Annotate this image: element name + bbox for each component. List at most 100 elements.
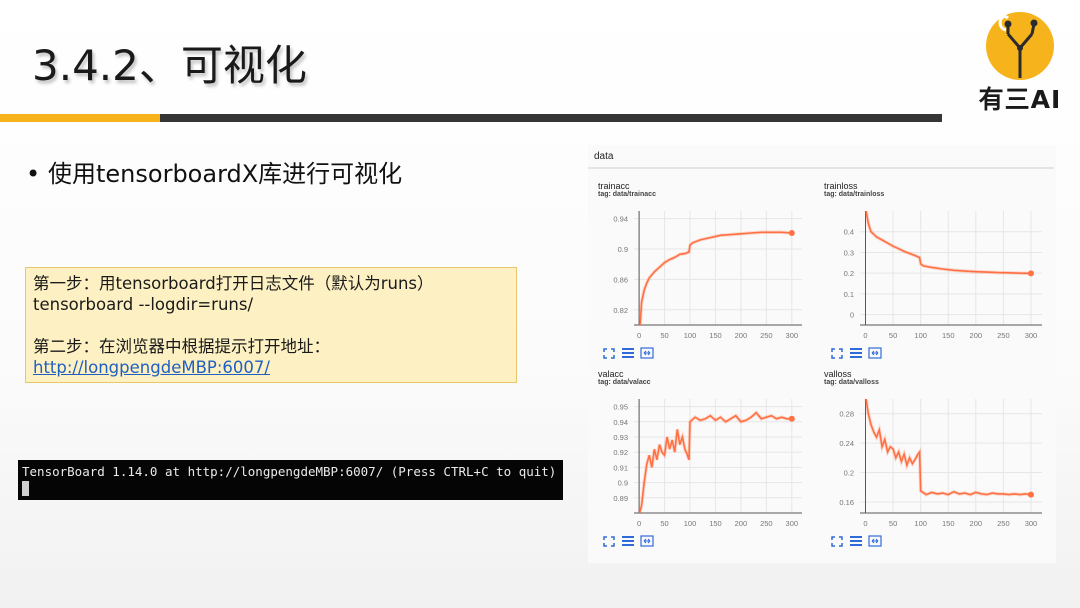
lightbulb-logo-icon (986, 12, 1054, 80)
y-tick-label: 0.82 (613, 306, 628, 315)
title-underline-bar (160, 114, 942, 122)
chart-tools-trainacc (602, 347, 654, 359)
fit-domain-icon[interactable] (640, 535, 654, 547)
chart-tag: tag: data/valloss (824, 379, 879, 386)
x-tick-label: 0 (637, 519, 641, 528)
step-one-text: 第一步：用tensorboard打开日志文件（默认为runs） (33, 274, 434, 293)
x-tick-label: 50 (889, 519, 897, 528)
y-tick-label: 0.16 (839, 498, 854, 507)
x-tick-label: 200 (735, 519, 748, 528)
y-tick-label: 0.95 (613, 403, 628, 412)
terminal-line: TensorBoard 1.14.0 at http://longpengdeM… (22, 464, 557, 479)
x-tick-label: 250 (997, 331, 1010, 340)
x-tick-label: 100 (684, 331, 697, 340)
y-tick-label: 0.94 (613, 418, 628, 427)
list-icon[interactable] (849, 347, 863, 359)
x-tick-label: 100 (914, 519, 927, 528)
step-one-command: tensorboard --logdir=runs/ (33, 295, 254, 314)
terminal-output: TensorBoard 1.14.0 at http://longpengdeM… (18, 460, 563, 500)
y-tick-label: 0.4 (844, 228, 854, 237)
x-tick-label: 100 (914, 331, 927, 340)
x-tick-label: 200 (970, 331, 983, 340)
x-tick-label: 250 (760, 331, 773, 340)
chart-tools-valacc (602, 535, 654, 547)
x-tick-label: 50 (660, 519, 668, 528)
x-tick-label: 250 (997, 519, 1010, 528)
bullet-dot-icon: • (26, 160, 41, 188)
x-tick-label: 150 (709, 331, 722, 340)
step-two-text: 第二步：在浏览器中根据提示打开地址： (33, 337, 330, 356)
y-tick-label: 0.91 (613, 463, 628, 472)
x-tick-label: 50 (660, 331, 668, 340)
chart-tag: tag: data/trainloss (824, 191, 885, 198)
chart-tag: tag: data/trainacc (598, 191, 656, 198)
x-tick-label: 300 (1025, 331, 1038, 340)
y-tick-label: 0.9 (618, 479, 628, 488)
expand-icon[interactable] (830, 347, 844, 359)
slide-title: 3.4.2、可视化 (32, 41, 307, 90)
series-end-point (1027, 270, 1034, 277)
tensorboard-group-header[interactable]: data (594, 151, 613, 162)
y-tick-label: 0.89 (613, 494, 628, 503)
steps-box: 第一步：用tensorboard打开日志文件（默认为runs） tensorbo… (25, 267, 517, 383)
x-tick-label: 300 (786, 519, 799, 528)
y-tick-label: 0 (850, 311, 854, 320)
chart-title: valloss (824, 369, 852, 379)
x-tick-label: 300 (786, 331, 799, 340)
chart-header-trainacc: trainacc tag: data/trainacc (598, 181, 656, 198)
title-underline-accent (0, 114, 160, 122)
series-end-point (788, 230, 795, 237)
chart-title: valacc (598, 369, 624, 379)
chart-trainloss: 0 50 100 150 200 250 300 0 0.1 0.2 0.3 0.4 (844, 211, 1042, 340)
expand-icon[interactable] (830, 535, 844, 547)
list-icon[interactable] (849, 535, 863, 547)
chart-title: trainacc (598, 181, 630, 191)
bullet-item: • 使用tensorboardX库进行可视化 (26, 154, 402, 189)
series-end-point (1027, 491, 1034, 498)
expand-icon[interactable] (602, 347, 616, 359)
x-tick-label: 0 (863, 331, 867, 340)
x-tick-label: 150 (709, 519, 722, 528)
y-tick-label: 0.86 (613, 275, 628, 284)
y-tick-label: 0.92 (613, 448, 628, 457)
x-tick-label: 150 (942, 331, 955, 340)
tensorboard-url-link[interactable]: http://longpengdeMBP:6007/ (33, 357, 509, 378)
x-tick-label: 0 (863, 519, 867, 528)
chart-tools-trainloss (830, 347, 882, 359)
series-end-point (788, 415, 795, 422)
chart-header-valacc: valacc tag: data/valacc (598, 369, 651, 386)
x-tick-label: 0 (637, 331, 641, 340)
tensorboard-panel: data trainacc tag: data/trainacc 0 50 100 1… (588, 145, 1056, 563)
x-tick-label: 250 (760, 519, 773, 528)
header-divider (588, 167, 1054, 169)
chart-valloss: 0 50 100 150 200 250 300 0.16 0.2 0.24 0.28 (839, 399, 1042, 528)
y-tick-label: 0.28 (839, 410, 854, 419)
chart-tag: tag: data/valacc (598, 379, 651, 386)
y-tick-label: 0.2 (844, 269, 854, 278)
fit-domain-icon[interactable] (868, 535, 882, 547)
y-tick-label: 0.24 (839, 439, 854, 448)
expand-icon[interactable] (602, 535, 616, 547)
brand-logo: 有三AI (978, 8, 1062, 114)
y-tick-label: 0.93 (613, 433, 628, 442)
x-tick-label: 150 (942, 519, 955, 528)
fit-domain-icon[interactable] (868, 347, 882, 359)
chart-title: trainloss (824, 181, 858, 191)
logo-text: 有三AI (978, 85, 1062, 114)
x-tick-label: 200 (970, 519, 983, 528)
chart-valacc: 0 50 100 150 200 250 300 0.89 0.9 0.91 0.92 0.93 0.9… (613, 399, 802, 528)
y-tick-label: 0.9 (618, 245, 628, 254)
list-icon[interactable] (621, 347, 635, 359)
y-tick-label: 0.1 (844, 290, 854, 299)
y-tick-label: 0.94 (613, 215, 628, 224)
chart-trainacc: 0 50 100 150 200 250 300 0.82 0.86 0.9 0.94 (613, 211, 802, 340)
fit-domain-icon[interactable] (640, 347, 654, 359)
chart-header-valloss: valloss tag: data/valloss (824, 369, 879, 386)
y-tick-label: 0.3 (844, 248, 854, 257)
x-tick-label: 100 (684, 519, 697, 528)
terminal-cursor (22, 481, 29, 496)
list-icon[interactable] (621, 535, 635, 547)
bullet-text: 使用tensorboardX库进行可视化 (48, 160, 403, 188)
x-tick-label: 200 (735, 331, 748, 340)
chart-tools-valloss (830, 535, 882, 547)
